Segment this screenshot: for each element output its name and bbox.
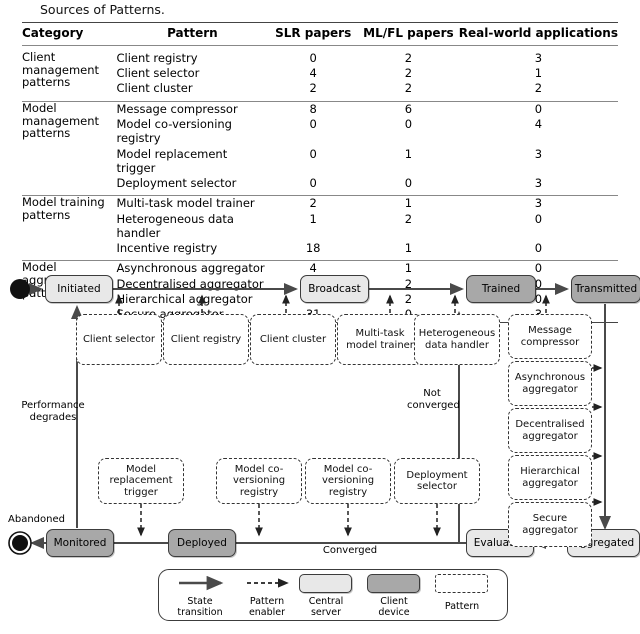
- label-not-converged: Not converged: [407, 388, 460, 411]
- table-caption: Sources of Patterns.: [40, 2, 165, 17]
- label-converged: Converged: [322, 545, 378, 556]
- column-header-slr-papers: SLR papers: [268, 22, 359, 46]
- state-deployed[interactable]: Deployed: [168, 529, 236, 557]
- slr-cell: 1: [309, 211, 317, 226]
- table-row: Model management patterns Message compre…: [22, 100, 618, 191]
- pattern-cell: Client cluster: [116, 81, 193, 96]
- slr-cell: 0: [309, 51, 317, 66]
- pattern-deployment-selector[interactable]: Deployment selector: [394, 458, 480, 504]
- mlfl-cell: 0: [404, 117, 413, 132]
- column-header-real-world-applications: Real-world applications: [458, 22, 618, 46]
- label-performance-degrades: Performance degrades: [21, 400, 85, 423]
- pattern-decentralised-aggregator[interactable]: Decentralised aggregator: [508, 408, 592, 453]
- mlfl-cell: 2: [404, 211, 413, 226]
- pattern-client-selector[interactable]: Client selector: [76, 314, 162, 365]
- legend-label-pattern: Pattern: [444, 601, 480, 612]
- legend-label-state-transition: State transition: [177, 596, 223, 618]
- state-trained[interactable]: Trained: [466, 275, 536, 303]
- table-header-row: Category Pattern SLR papers ML/FL papers…: [22, 22, 618, 46]
- slr-cell: 4: [309, 66, 317, 81]
- mlfl-cell: 0: [404, 175, 413, 190]
- label-abandoned: Abandoned: [8, 514, 65, 525]
- category-cell: Model management patterns: [22, 100, 117, 191]
- page-footer-sliver: [0, 620, 640, 634]
- pattern-cell: Multi-task model trainer: [116, 194, 269, 211]
- pattern-model-replacement-trigger[interactable]: Model replacement trigger: [98, 458, 184, 504]
- slr-cell: 8: [268, 100, 359, 117]
- mlfl-cell: 1: [404, 146, 413, 161]
- legend: State transition Pattern enabler Central…: [158, 569, 508, 621]
- slr-cell: 18: [305, 240, 321, 255]
- legend-swatch-pattern: [435, 574, 488, 593]
- pattern-cell: Client selector: [116, 66, 200, 81]
- table-row: Client management patterns Client regist…: [22, 51, 618, 89]
- real-cell: 1: [534, 66, 543, 81]
- real-cell: 0: [534, 211, 543, 226]
- real-cell: 2: [534, 81, 543, 96]
- legend-label-central-server: Central server: [308, 596, 344, 618]
- pattern-cell: Heterogeneous data handler: [116, 211, 234, 240]
- legend-swatch-client-device: [367, 574, 420, 593]
- mlfl-cell: 2: [404, 81, 413, 96]
- patterns-table-region: Sources of Patterns. Category Pattern SL…: [0, 0, 640, 323]
- slr-cell: 2: [268, 194, 359, 211]
- legend-swatch-central-server: [299, 574, 352, 593]
- state-transmitted[interactable]: Transmitted: [571, 275, 640, 303]
- pattern-cell: Model replacement trigger: [116, 146, 228, 175]
- pattern-cell: Client registry: [116, 51, 198, 66]
- pattern-cell: Incentive registry: [116, 240, 218, 255]
- real-cell: 3: [534, 175, 543, 190]
- real-cell: 0: [458, 100, 618, 117]
- state-broadcast[interactable]: Broadcast: [300, 275, 369, 303]
- end-node: [12, 535, 28, 551]
- pattern-client-cluster[interactable]: Client cluster: [250, 314, 336, 365]
- pattern-cell: Deployment selector: [116, 175, 237, 190]
- pattern-message-compressor[interactable]: Message compressor: [508, 314, 592, 359]
- state-initiated[interactable]: Initiated: [45, 275, 113, 303]
- pattern-asynchronous-aggregator[interactable]: Asynchronous aggregator: [508, 361, 592, 406]
- pattern-client-registry[interactable]: Client registry: [163, 314, 249, 365]
- real-cell: 4: [534, 117, 543, 132]
- table-row: Model training patterns Multi-task model…: [22, 194, 618, 256]
- pattern-multi-task-model-trainer[interactable]: Multi-task model trainer: [337, 314, 423, 365]
- pattern-secure-aggregator[interactable]: Secure aggregator: [508, 502, 592, 547]
- column-header-mlfl-papers: ML/FL papers: [358, 22, 459, 46]
- mlfl-cell: 2: [404, 51, 413, 66]
- pattern-model-co-versioning-registry-2[interactable]: Model co- versioning registry: [305, 458, 391, 504]
- category-cell: Client management patterns: [22, 50, 100, 90]
- legend-label-client-device: Client device: [378, 596, 410, 618]
- federated-learning-lifecycle-diagram: Initiated Broadcast Trained Transmitted …: [0, 262, 640, 634]
- slr-cell: 2: [309, 81, 317, 96]
- slr-cell: 0: [309, 175, 317, 190]
- mlfl-cell: 2: [404, 66, 413, 81]
- pattern-cell: Model co-versioning registry: [116, 117, 232, 146]
- pattern-heterogeneous-data-handler[interactable]: Heterogeneous data handler: [414, 314, 500, 365]
- real-cell: 3: [534, 51, 543, 66]
- start-node: [10, 279, 30, 299]
- real-cell: 3: [458, 194, 618, 211]
- slr-cell: 0: [309, 146, 317, 161]
- pattern-hierarchical-aggregator[interactable]: Hierarchical aggregator: [508, 455, 592, 500]
- column-header-category: Category: [22, 22, 117, 46]
- mlfl-cell: 1: [404, 240, 413, 255]
- slr-cell: 0: [309, 117, 317, 132]
- real-cell: 3: [534, 146, 543, 161]
- legend-label-pattern-enabler: Pattern enabler: [248, 596, 286, 618]
- category-cell: Model training patterns: [22, 194, 117, 256]
- state-monitored[interactable]: Monitored: [46, 529, 114, 557]
- mlfl-cell: 1: [358, 194, 459, 211]
- pattern-model-co-versioning-registry-1[interactable]: Model co- versioning registry: [216, 458, 302, 504]
- real-cell: 0: [534, 240, 543, 255]
- column-header-pattern: Pattern: [116, 22, 269, 46]
- pattern-cell: Message compressor: [116, 100, 269, 117]
- mlfl-cell: 6: [358, 100, 459, 117]
